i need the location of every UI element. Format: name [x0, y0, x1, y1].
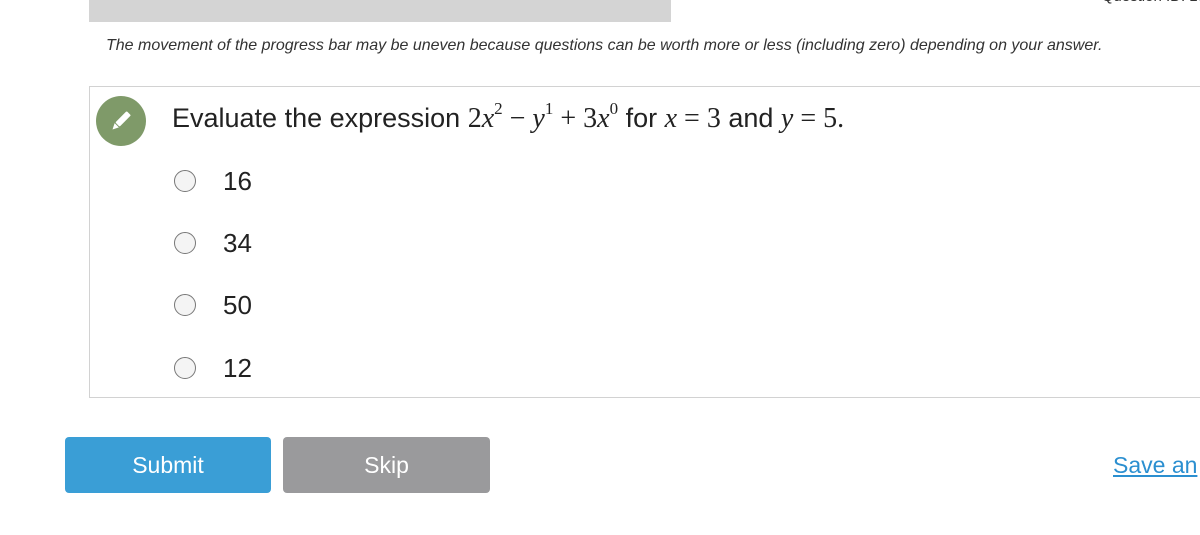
exp-3: 0: [609, 99, 619, 118]
coef-3: 3: [583, 103, 598, 134]
operator-1: −: [502, 103, 533, 134]
prompt-mid-2: and: [720, 103, 781, 133]
var-3: x: [597, 103, 610, 134]
choice-label: 16: [223, 165, 252, 196]
question-panel: Evaluate the expression 2x2 − y1 + 3x0 f…: [89, 86, 1200, 398]
radio-button[interactable]: [174, 294, 196, 316]
exp-1: 2: [494, 99, 503, 118]
choice-label: 50: [223, 289, 252, 320]
condition-x-value: = 3: [677, 103, 721, 134]
var-1: x: [481, 103, 495, 134]
question-page: Question ID: 10 The movement of the prog…: [0, 0, 1200, 535]
choice-label: 34: [223, 227, 252, 258]
radio-button[interactable]: [174, 170, 196, 192]
radio-button[interactable]: [174, 357, 196, 379]
choice-label: 12: [223, 352, 252, 383]
skip-button[interactable]: Skip: [283, 437, 490, 493]
question-prompt: Evaluate the expression 2x2 − y1 + 3x0 f…: [172, 100, 844, 135]
condition-y-var: y: [780, 103, 794, 134]
progress-bar: [89, 0, 671, 22]
prompt-prefix: Evaluate the expression: [172, 103, 468, 133]
pencil-icon: [96, 96, 146, 146]
condition-x-var: x: [664, 103, 678, 134]
operator-2: +: [553, 103, 584, 134]
progress-notice: The movement of the progress bar may be …: [106, 37, 1103, 54]
var-2: y: [532, 103, 545, 134]
answer-choice-4[interactable]: 12: [174, 348, 252, 388]
coef-1: 2: [467, 103, 482, 134]
condition-x: x = 3: [665, 103, 721, 134]
save-and-exit-link[interactable]: Save an: [1113, 452, 1197, 479]
condition-y-value: = 5.: [793, 103, 845, 134]
answer-choice-3[interactable]: 50: [174, 285, 252, 325]
question-id: Question ID: 10: [1102, 0, 1200, 5]
prompt-mid-1: for: [618, 103, 665, 133]
answer-choice-2[interactable]: 34: [174, 223, 252, 263]
condition-y: y = 5.: [781, 103, 844, 134]
radio-button[interactable]: [174, 232, 196, 254]
answer-choice-1[interactable]: 16: [174, 161, 252, 201]
submit-button[interactable]: Submit: [65, 437, 271, 493]
math-expression: 2x2 − y1 + 3x0: [467, 100, 618, 134]
